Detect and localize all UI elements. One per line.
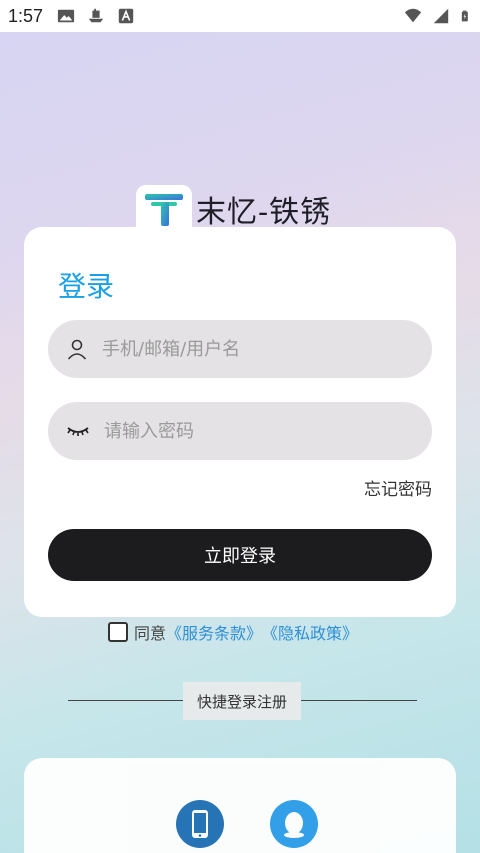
username-input[interactable] (102, 338, 402, 360)
status-time: 1:57 (8, 5, 44, 26)
privacy-link[interactable]: 《隐私政策》 (262, 620, 358, 644)
signal-icon (433, 8, 449, 24)
login-card: 登录 忘记密码 立即登录 (24, 227, 456, 617)
agree-label: 同意 (134, 624, 167, 643)
font-a-icon (118, 8, 134, 24)
brand-logo (136, 185, 192, 233)
qq-icon (284, 812, 304, 838)
quick-login-label: 快捷登录注册 (183, 682, 301, 720)
terms-link[interactable]: 《服务条款》 (166, 620, 262, 644)
login-title: 登录 (58, 270, 115, 303)
quick-login-card (24, 758, 456, 853)
closed-eye-icon[interactable] (66, 423, 90, 439)
phone-icon (192, 810, 208, 838)
logo-t-icon (145, 194, 183, 226)
forgot-password-link[interactable]: 忘记密码 (364, 475, 432, 500)
status-bar: 1:57 (0, 0, 480, 32)
password-field[interactable] (48, 402, 432, 460)
username-field[interactable] (48, 320, 432, 378)
login-button[interactable]: 立即登录 (48, 529, 432, 581)
phone-login-button[interactable] (176, 800, 224, 848)
agreement-row: 同意 《服务条款》 《隐私政策》 (108, 620, 358, 644)
wifi-icon (404, 8, 422, 23)
brand: 末忆-铁锈 (136, 185, 356, 233)
brand-name: 末忆-铁锈 (196, 195, 332, 230)
user-icon (67, 339, 87, 360)
ship-icon (88, 8, 104, 23)
battery-icon (461, 10, 468, 22)
qq-login-button[interactable] (270, 800, 318, 848)
image-icon (57, 9, 75, 23)
agree-checkbox[interactable] (108, 622, 128, 642)
password-input[interactable] (104, 420, 404, 442)
